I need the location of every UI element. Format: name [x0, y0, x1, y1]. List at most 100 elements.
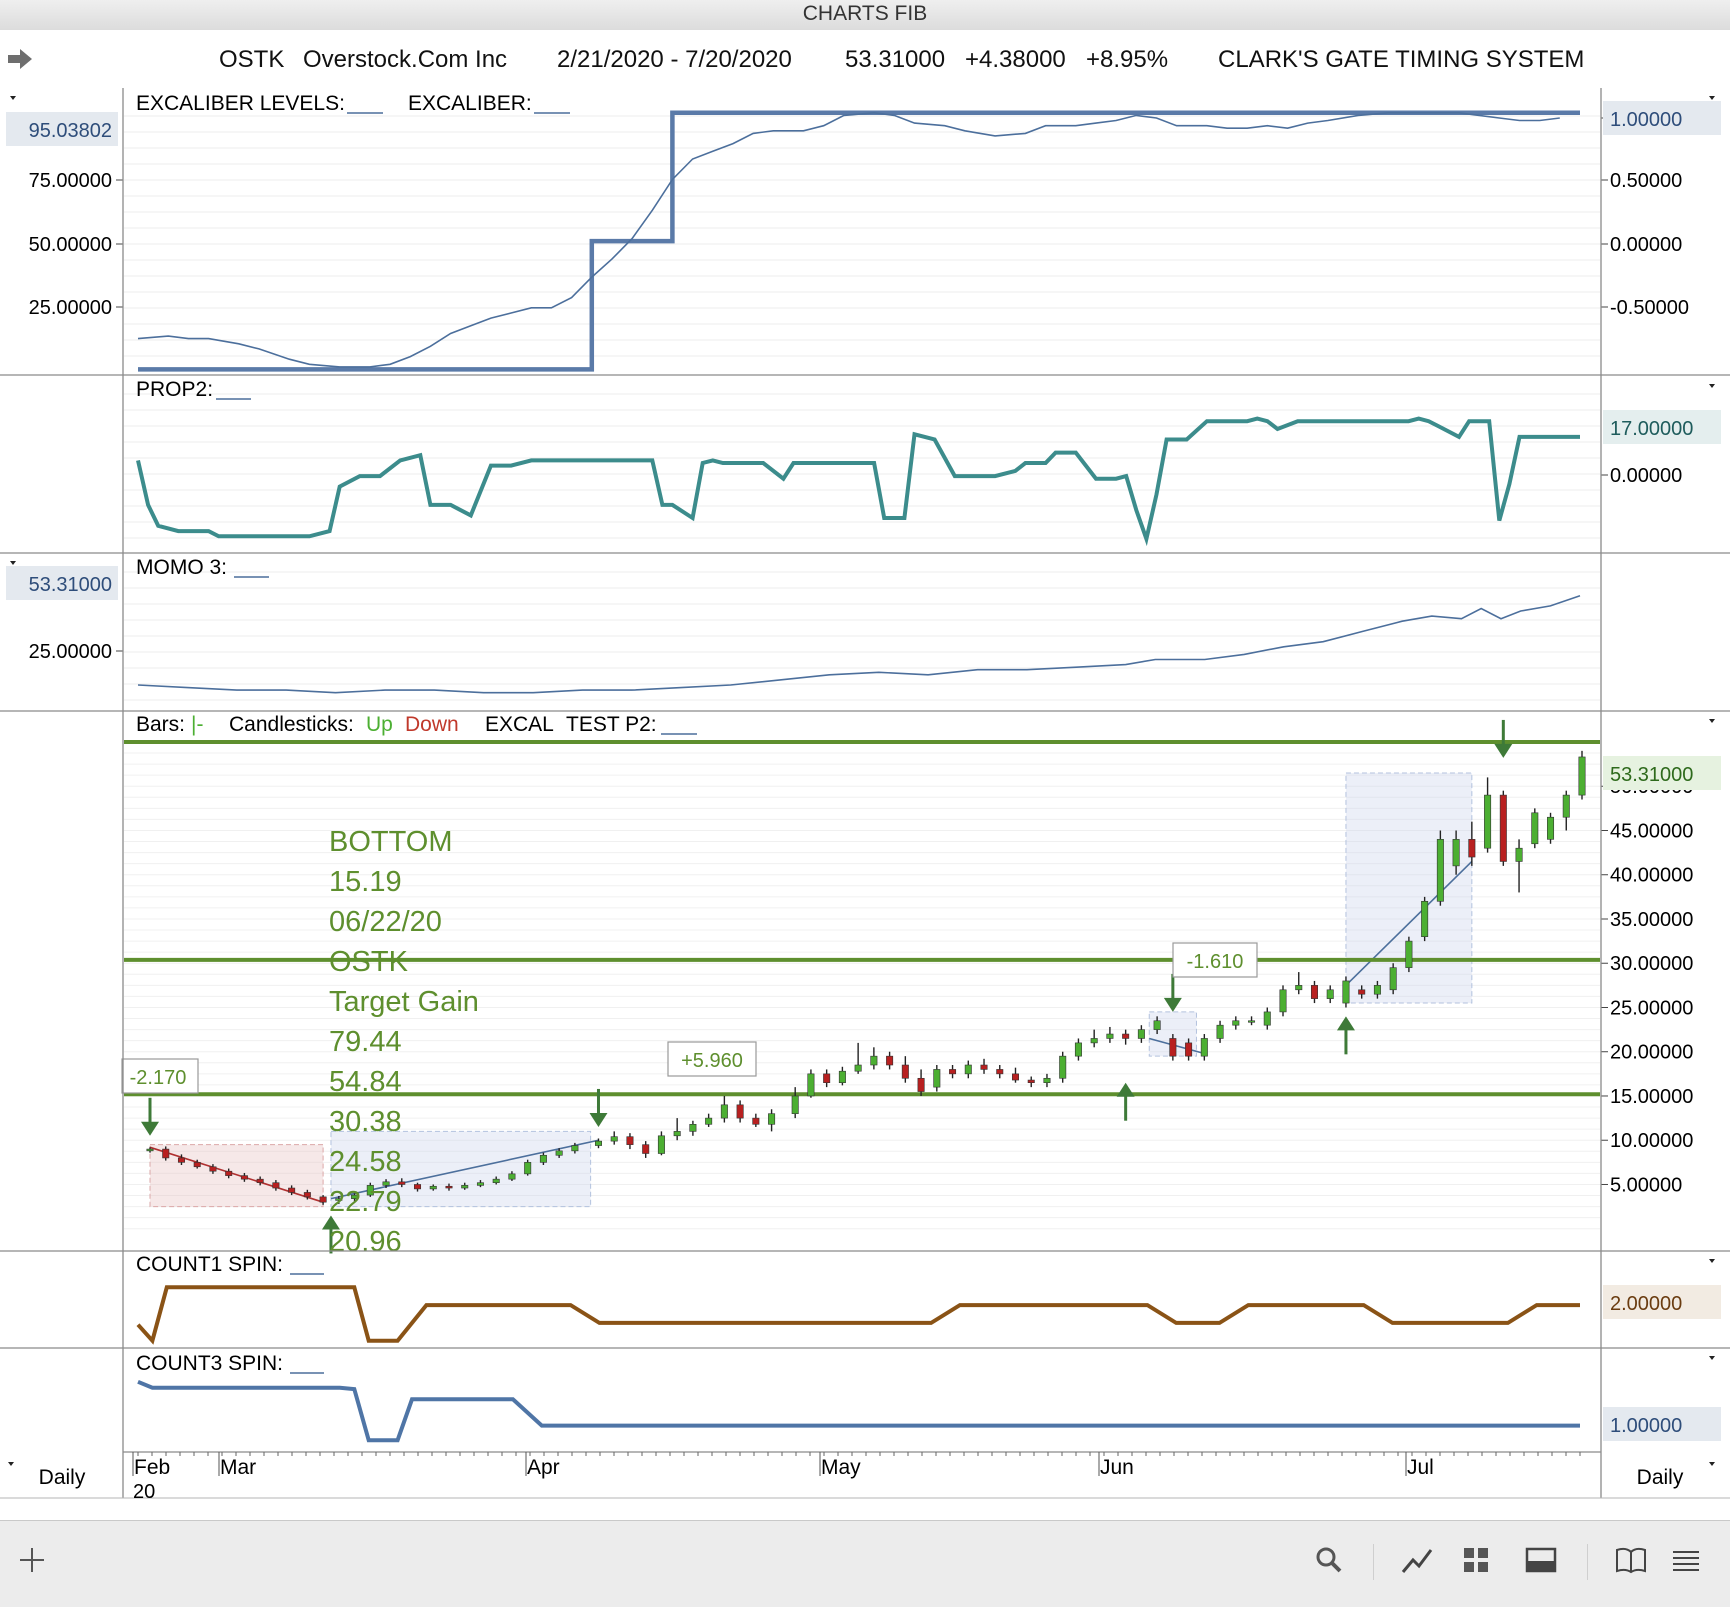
- panel-button[interactable]: [1521, 1540, 1561, 1580]
- symbol-header: OSTK Overstock.Com Inc 2/21/2020 - 7/20/…: [0, 30, 1730, 89]
- tick-label: 75.00000: [29, 170, 112, 192]
- candle-body: [886, 1055, 894, 1066]
- candle-body: [1011, 1073, 1019, 1081]
- candle: [1389, 963, 1397, 995]
- change-box-c: -1.610: [1172, 942, 1258, 978]
- annotation-line: 54.84: [329, 1066, 402, 1098]
- candle-body: [1263, 1011, 1271, 1026]
- candle-body: [807, 1073, 815, 1097]
- chart-canvas[interactable]: 75.00000 50.00000 25.00000 0.50000 0.00000 -…: [0, 88, 1730, 1520]
- svg-text:95.03802: 95.03802: [29, 120, 112, 142]
- excaliber-value-tag: 95.03802: [6, 112, 118, 146]
- candle-body: [1137, 1029, 1145, 1039]
- candle-body: [461, 1185, 469, 1189]
- candle-body: [657, 1135, 665, 1154]
- candle-body: [1468, 839, 1476, 858]
- menu-button[interactable]: [1666, 1540, 1706, 1580]
- date-range: 2/21/2020 - 7/20/2020: [557, 46, 792, 73]
- candle-body: [240, 1175, 248, 1180]
- candle-body: [980, 1064, 988, 1070]
- candle-body: [1515, 847, 1523, 862]
- annotation-line: 24.58: [329, 1146, 402, 1178]
- candle-body: [1027, 1079, 1035, 1084]
- candle-body: [1200, 1038, 1208, 1057]
- toolbar-separator: [1587, 1544, 1588, 1580]
- draw-tool-button[interactable]: [1397, 1540, 1437, 1580]
- last-price: 53.31000: [845, 46, 946, 73]
- candle-body: [193, 1162, 201, 1168]
- annotation-line: 30.38: [329, 1106, 402, 1138]
- candle-body: [146, 1148, 154, 1152]
- frequency-right[interactable]: Daily: [1637, 1466, 1684, 1489]
- candle-body: [610, 1136, 618, 1142]
- candle-body: [303, 1192, 311, 1198]
- annotation-line: 15.19: [329, 866, 402, 898]
- svg-text:17.00000: 17.00000: [1610, 418, 1693, 440]
- tick-label: 25.00000: [29, 297, 112, 319]
- candle-body: [414, 1184, 422, 1190]
- candle-body: [555, 1150, 563, 1156]
- candle-body: [768, 1113, 776, 1125]
- month-label: Jul: [1407, 1456, 1434, 1479]
- prop2-right-tag: 17.00000: [1603, 410, 1721, 444]
- grid-icon: [1464, 1548, 1488, 1572]
- annotation-line: 20.96: [329, 1226, 402, 1258]
- candle-body: [177, 1157, 185, 1163]
- candle-body: [823, 1073, 831, 1084]
- candle-body: [209, 1166, 217, 1172]
- candle-body: [1185, 1042, 1193, 1057]
- candle-body: [1106, 1033, 1114, 1039]
- toolbar-separator: [1373, 1544, 1374, 1580]
- candle-body: [752, 1117, 760, 1125]
- candle-body: [901, 1064, 909, 1079]
- candle-body: [854, 1064, 862, 1072]
- range-box-red: [149, 1144, 324, 1208]
- change-box-a: -2.170: [121, 1058, 199, 1094]
- candle: [1421, 896, 1429, 942]
- trend-line-icon: [1401, 1549, 1433, 1573]
- tick-label: 40.00000: [1610, 865, 1693, 887]
- candle-body: [689, 1124, 697, 1132]
- arrow-right-icon[interactable]: [6, 48, 34, 70]
- candle-down-label: Down: [405, 713, 459, 736]
- candle-body: [1342, 980, 1350, 1004]
- window-title: CHARTS FIB: [802, 2, 928, 25]
- add-button[interactable]: [12, 1540, 52, 1580]
- tick-label: 35.00000: [1610, 909, 1693, 931]
- annotation-line: Target Gain: [329, 986, 479, 1018]
- candle-body: [1562, 794, 1570, 818]
- annotation-line: BOTTOM: [329, 826, 453, 858]
- x-axis-year: 20: [133, 1481, 155, 1503]
- tick-label: 0.00000: [1610, 465, 1682, 487]
- candle-body: [1436, 839, 1444, 902]
- annotation-line: OSTK: [329, 946, 409, 978]
- tick-label: 25.00000: [29, 641, 112, 663]
- momo-value-tag: 53.31000: [6, 566, 118, 600]
- candle: [1547, 812, 1555, 844]
- book-icon: [1616, 1547, 1646, 1574]
- tick-label: 20.00000: [1610, 1042, 1693, 1064]
- prop2-label: PROP2:: [136, 378, 213, 401]
- candle: [1342, 976, 1350, 1008]
- candle-body: [1326, 989, 1334, 999]
- layout-button[interactable]: [1456, 1540, 1496, 1580]
- candle-up-label: Up: [366, 713, 393, 736]
- bars-label: Bars:: [136, 713, 185, 736]
- tick-label: 25.00000: [1610, 997, 1693, 1019]
- frequency-left[interactable]: Daily: [39, 1466, 86, 1489]
- candle-body: [319, 1196, 327, 1203]
- candle-body: [445, 1185, 453, 1189]
- candle-body: [1059, 1055, 1067, 1079]
- count3-right-tag: 1.00000: [1603, 1407, 1721, 1441]
- candle-body: [642, 1144, 650, 1154]
- candle-body: [288, 1187, 296, 1193]
- search-button[interactable]: [1309, 1540, 1349, 1580]
- book-button[interactable]: [1611, 1540, 1651, 1580]
- candle-body: [1169, 1038, 1177, 1057]
- svg-text:1.00000: 1.00000: [1610, 109, 1682, 131]
- tick-label: 0.00000: [1610, 234, 1682, 256]
- panel-icon: [1525, 1547, 1557, 1573]
- candle-body: [933, 1069, 941, 1088]
- excaliber-levels-label: EXCALIBER LEVELS:: [136, 92, 345, 115]
- annotation-line: 22.79: [329, 1186, 402, 1218]
